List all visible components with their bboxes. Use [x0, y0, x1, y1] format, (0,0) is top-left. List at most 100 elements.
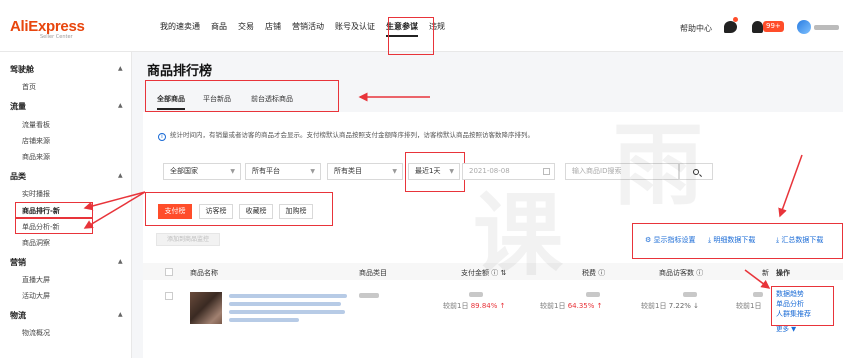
username-blurred[interactable]	[814, 25, 839, 30]
bell-icon[interactable]	[752, 21, 763, 33]
select-all-checkbox[interactable]	[165, 268, 173, 276]
search-button[interactable]	[679, 163, 713, 180]
tab-all-products[interactable]: 全部商品	[157, 94, 185, 110]
sidebar-item-traffic-board[interactable]: 流量看板	[22, 120, 50, 130]
visitors-pct: 7.22% ↓	[668, 302, 700, 310]
payment-change: 较前1日 89.84% ↑	[443, 301, 505, 311]
sidebar-section-marketing[interactable]: 营销	[10, 257, 26, 268]
col-product-name: 商品名称	[190, 269, 218, 277]
product-thumbnail[interactable]	[190, 292, 222, 324]
rank-tab-visitors[interactable]: 访客榜	[199, 204, 233, 219]
col-visitors[interactable]: 商品访客数 ⓘ	[659, 268, 703, 278]
annotation-box-nav	[388, 17, 434, 55]
sidebar-section-traffic[interactable]: 流量	[10, 101, 26, 112]
aliexpress-logo[interactable]: AliExpress Seller Center	[10, 19, 85, 41]
date-value: 2021-08-08	[469, 167, 510, 175]
nav-item-account[interactable]: 账号及认证	[335, 21, 375, 33]
avatar[interactable]	[797, 20, 811, 34]
country-select[interactable]: 全部国家 ▼	[163, 163, 241, 180]
caret-up-icon[interactable]: ▲	[118, 258, 123, 265]
sidebar: 驾驶舱 ▲ 首页 流量 ▲ 流量看板 店铺来源 商品来源 品类 ▲ 实时播报 商…	[0, 52, 132, 358]
annotation-box-ranking	[15, 202, 93, 218]
page-title: 商品排行榜	[147, 64, 213, 79]
nav-item-marketing[interactable]: 营销活动	[292, 21, 324, 33]
summary-download-button[interactable]: ⤓ 汇总数据下载	[776, 235, 823, 245]
sidebar-item-live-screen[interactable]: 直播大屏	[22, 275, 50, 285]
sidebar-item-product-source[interactable]: 商品来源	[22, 152, 50, 162]
nav-item-store[interactable]: 店铺	[265, 21, 281, 33]
summary-download-label: 汇总数据下载	[781, 236, 824, 244]
indicator-settings-label: 显示指标设置	[653, 236, 696, 244]
sidebar-item-store-source[interactable]: 店铺来源	[22, 136, 50, 146]
col-actions: 操作	[776, 269, 790, 277]
col-category: 商品类目	[359, 269, 387, 277]
sidebar-item-logistics-overview[interactable]: 物流概况	[22, 328, 50, 338]
new-blurred	[753, 292, 763, 297]
category-value: 所有类目	[334, 167, 362, 175]
info-text: 统计时间内，有销量或者访客的商品才会显示。支付榜默认商品按照支付金额降序排列，访…	[170, 131, 534, 139]
platform-value: 所有平台	[252, 167, 280, 175]
visitors-change: 较前1日 7.22% ↓	[641, 301, 699, 311]
category-select[interactable]: 所有类目 ▼	[327, 163, 403, 180]
product-title-blurred[interactable]	[229, 310, 345, 314]
tax-prefix: 较前1日	[540, 302, 566, 310]
col-payment-amount[interactable]: 支付金额 ⓘ ⇅	[461, 268, 506, 278]
calendar-icon	[543, 168, 550, 175]
product-title-blurred[interactable]	[229, 302, 341, 306]
product-title-blurred[interactable]	[229, 318, 299, 322]
row-checkbox[interactable]	[165, 292, 173, 300]
nav-item-trade[interactable]: 交易	[238, 21, 254, 33]
notification-badge: 99+	[763, 21, 784, 32]
tab-new-products[interactable]: 平台新品	[203, 94, 231, 104]
caret-up-icon[interactable]: ▲	[118, 172, 123, 179]
rank-tab-payment[interactable]: 支付榜	[158, 204, 192, 219]
help-center-link[interactable]: 帮助中心	[680, 23, 712, 34]
rank-tab-cart[interactable]: 加购榜	[279, 204, 313, 219]
sidebar-item-product-insight[interactable]: 商品洞察	[22, 238, 50, 248]
detail-download-label: 明细数据下载	[713, 236, 756, 244]
sidebar-section-category[interactable]: 品类	[10, 171, 26, 182]
nav-item-products[interactable]: 商品	[211, 21, 227, 33]
sidebar-item-activity-screen[interactable]: 活动大屏	[22, 291, 50, 301]
rank-tab-favorites[interactable]: 收藏榜	[239, 204, 273, 219]
chevron-down-icon: ▼	[392, 168, 397, 175]
search-placeholder: 输入商品ID搜索	[572, 167, 622, 175]
add-to-monitor-button[interactable]: 添加到商品监控	[156, 233, 220, 246]
sidebar-item-realtime[interactable]: 实时播报	[22, 189, 50, 199]
date-picker[interactable]: 2021-08-08	[462, 163, 555, 180]
sidebar-section-logistics[interactable]: 物流	[10, 310, 26, 321]
col-tax-label: 税费	[582, 269, 596, 277]
nav-item-my-aliexpress[interactable]: 我的速卖通	[160, 21, 200, 33]
sidebar-item-home[interactable]: 首页	[22, 82, 36, 92]
tab-frontend-products[interactable]: 前台透标商品	[251, 94, 293, 104]
caret-up-icon[interactable]: ▲	[118, 311, 123, 318]
country-value: 全部国家	[170, 167, 198, 175]
tax-change: 较前1日 64.35% ↑	[540, 301, 602, 311]
new-change: 较前1日	[736, 302, 762, 310]
unread-dot	[733, 17, 738, 22]
tax-pct: 64.35% ↑	[567, 302, 603, 310]
info-icon: i	[158, 133, 166, 141]
annotation-box-analysis	[15, 218, 93, 234]
info-notice: i 统计时间内，有销量或者访客的商品才会显示。支付榜默认商品按照支付金额降序排列，…	[158, 129, 534, 141]
payment-pct: 89.84% ↑	[470, 302, 506, 310]
category-blurred	[359, 293, 379, 298]
visitors-blurred	[683, 292, 697, 297]
caret-up-icon[interactable]: ▲	[118, 102, 123, 109]
indicator-settings-button[interactable]: ⚙ 显示指标设置	[645, 235, 696, 245]
payment-blurred	[469, 292, 483, 297]
col-tax[interactable]: 税费 ⓘ	[582, 268, 605, 278]
col-payment-label: 支付金额	[461, 269, 489, 277]
product-id-search-input[interactable]: 输入商品ID搜索	[565, 163, 679, 180]
caret-up-icon[interactable]: ▲	[118, 65, 123, 72]
message-icon[interactable]	[724, 21, 737, 33]
col-new: 新	[762, 269, 769, 277]
detail-download-button[interactable]: ⤓ 明细数据下载	[708, 235, 755, 245]
product-title-blurred[interactable]	[229, 294, 347, 298]
chevron-down-icon: ▼	[310, 168, 315, 175]
payment-prefix: 较前1日	[443, 302, 469, 310]
platform-select[interactable]: 所有平台 ▼	[245, 163, 321, 180]
main-content: 商品排行榜 全部商品 平台新品 前台透标商品 i 统计时间内，有销量或者访客的商品…	[133, 52, 843, 358]
sidebar-section-cockpit[interactable]: 驾驶舱	[10, 64, 34, 75]
annotation-box-period	[405, 152, 465, 192]
